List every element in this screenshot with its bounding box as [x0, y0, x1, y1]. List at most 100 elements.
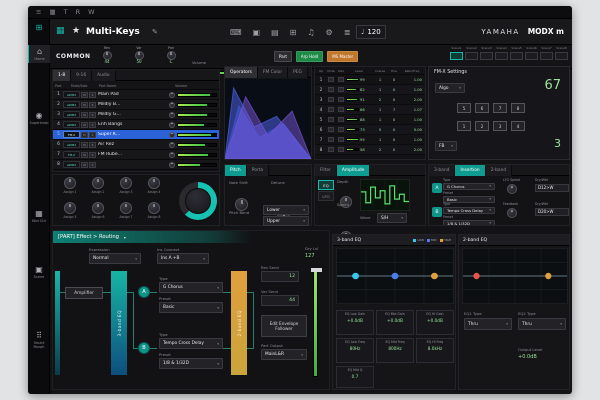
tab-operators[interactable]: Operators — [225, 67, 258, 78]
part-knob[interactable] — [169, 162, 175, 168]
op-solo-button[interactable] — [338, 77, 344, 82]
operator-row[interactable]: 199101.00 — [315, 75, 425, 85]
eq2-block[interactable]: 2-band EQ — [231, 271, 247, 375]
part-solo-button[interactable]: S — [89, 122, 96, 128]
eq-param-eq-mid-gain[interactable]: EQ Mid Gain+0.0dB — [376, 310, 414, 335]
part-mute-button[interactable]: M — [81, 122, 88, 128]
op-mute-button[interactable] — [328, 147, 334, 152]
algo-select[interactable]: Algo — [435, 83, 465, 93]
part-solo-button[interactable]: S — [89, 112, 96, 118]
notes-icon[interactable]: ♫ — [307, 28, 314, 37]
part-output-select[interactable]: MainL&R — [261, 349, 307, 360]
part-solo-button[interactable]: S — [89, 142, 96, 148]
tab-insertion[interactable]: Insertion — [455, 165, 485, 176]
nav-home[interactable]: ⌂Home — [28, 45, 50, 63]
eq-param-eq-low-gain[interactable]: EQ Low Gain+0.0dB — [336, 310, 374, 335]
wave-select[interactable]: S/H — [377, 213, 407, 223]
assign-knob-4[interactable]: Assign 4 — [141, 177, 167, 194]
tab-2-band[interactable]: 2-band — [486, 165, 512, 176]
tab-pitch[interactable]: Pitch — [225, 165, 247, 176]
eq-param-eq-hi-gain[interactable]: EQ Hi Gain+0.0dB — [416, 310, 454, 335]
tab-3-band[interactable]: 3-band — [429, 165, 455, 176]
tab-fm-color[interactable]: FM Color — [258, 67, 288, 78]
tempo-box[interactable]: ♩ 120 — [356, 25, 386, 39]
var-send-value[interactable]: 44 — [261, 295, 299, 306]
bend-lower-select[interactable]: Lower — [263, 205, 309, 215]
scene-button-scene3[interactable]: Scene3 — [480, 47, 493, 60]
menu-icon[interactable]: ≡ — [36, 8, 41, 16]
tool-r-icon[interactable]: R — [76, 8, 81, 16]
op-solo-button[interactable] — [338, 137, 344, 142]
part-row[interactable]: 1AWM2MSMain Pad — [53, 90, 219, 100]
ins-connect-select[interactable]: Ins A +B — [157, 253, 209, 264]
op-mute-button[interactable] — [328, 87, 334, 92]
nav-scene[interactable]: ▣Scene — [28, 263, 50, 281]
subtab-eq[interactable]: EQ — [318, 180, 334, 190]
apps-icon[interactable]: ⊞ — [290, 28, 297, 37]
ins-a-node[interactable]: A — [138, 286, 150, 298]
eq3-graph[interactable] — [336, 248, 454, 304]
common-knob-rev[interactable]: Rev44 — [96, 46, 118, 65]
settings-icon[interactable]: ⚙ — [326, 28, 333, 37]
nav-superknob[interactable]: ◉Superknob — [28, 109, 50, 127]
assign-knob-2[interactable]: Assign 2 — [85, 177, 111, 194]
part-volume-slider[interactable] — [177, 123, 217, 127]
layout-grid-icon[interactable]: ▦ — [49, 8, 55, 16]
op-solo-button[interactable] — [338, 117, 344, 122]
part-row[interactable]: 5FM-XMSSuper K... — [53, 130, 219, 140]
keyboard-icon[interactable]: ⌨ — [230, 28, 242, 37]
display-icon[interactable]: ▣ — [253, 28, 261, 37]
part-knob[interactable] — [169, 142, 175, 148]
part-solo-button[interactable]: S — [89, 102, 96, 108]
part-knob[interactable] — [169, 102, 175, 108]
eq-param-eq-hi-freq[interactable]: EQ Hi Freq8.0kHz — [416, 338, 454, 363]
eq-param-eq-mid-q[interactable]: EQ Mid Q0.7 — [336, 366, 374, 388]
assign-knob-5[interactable]: Assign 5 — [57, 202, 83, 219]
part-mute-button[interactable]: M — [81, 152, 88, 158]
part-row[interactable]: 3AWM2MSMildly G... — [53, 110, 219, 120]
tool-t-icon[interactable]: T — [64, 8, 68, 16]
operator-row[interactable]: 795101.00 — [315, 135, 425, 145]
op-mute-button[interactable] — [328, 127, 334, 132]
common-knob-var[interactable]: Var50 — [128, 46, 150, 65]
part-volume-slider[interactable] — [177, 103, 217, 107]
fx-preset-select[interactable]: 1/8 & 1/32D — [443, 220, 495, 227]
ins-b-type-select[interactable]: Tempo Cross Delay — [159, 338, 223, 349]
operator-row[interactable]: 673505.00 — [315, 125, 425, 135]
part-knob[interactable] — [169, 152, 175, 158]
fx-param-knob[interactable] — [507, 208, 517, 218]
operator-row[interactable]: 282101.00 — [315, 85, 425, 95]
op-mute-button[interactable] — [328, 117, 334, 122]
part-solo-button[interactable]: S — [89, 152, 96, 158]
op-solo-button[interactable] — [338, 97, 344, 102]
op-mute-button[interactable] — [328, 107, 334, 112]
ins-a-type-select[interactable]: G Chorus — [159, 282, 223, 293]
expression-select[interactable]: Normal — [89, 253, 141, 264]
fx-param-knob[interactable] — [507, 184, 517, 194]
part-volume-slider[interactable] — [177, 93, 217, 97]
part-row[interactable]: 2AWM2MSMildly B... — [53, 100, 219, 110]
ins-b-preset-select[interactable]: 1/8 & 1/32D — [159, 358, 223, 369]
fx-type-select[interactable]: Tempo Cross Delay — [443, 207, 495, 215]
tempo-value[interactable]: 120 — [367, 28, 380, 36]
operator-row[interactable]: 858202.00 — [315, 145, 425, 155]
part-mute-button[interactable]: M — [81, 132, 88, 138]
mixer-icon[interactable]: ≣ — [344, 28, 351, 37]
operator-row[interactable]: 391202.00 — [315, 95, 425, 105]
ins-b-node[interactable]: B — [138, 342, 150, 354]
assign-knob-7[interactable]: Assign 7 — [113, 202, 139, 219]
part-row[interactable]: 6AWM2MSAir Rez — [53, 140, 219, 150]
nav-kbd-ctrl[interactable]: ▦Kbd Ctrl — [28, 207, 50, 225]
assign-knob-3[interactable]: Assign 3 — [113, 177, 139, 194]
part-mute-button[interactable]: M — [81, 102, 88, 108]
eq2-type-select[interactable]: Thru — [518, 318, 566, 330]
nav-performance[interactable]: ⊞ — [28, 21, 50, 35]
eq-param-eq-low-freq[interactable]: EQ Low Freq80Hz — [336, 338, 374, 363]
part-row[interactable]: 8AWM2MS — [53, 160, 219, 170]
part-solo-button[interactable]: S — [89, 162, 96, 168]
subtab-lfo[interactable]: LFO — [318, 191, 334, 201]
rev-send-value[interactable]: 12 — [261, 271, 299, 282]
bend-upper-select[interactable]: Upper — [263, 216, 309, 226]
op-solo-button[interactable] — [338, 107, 344, 112]
part-solo-button[interactable]: S — [89, 92, 96, 98]
